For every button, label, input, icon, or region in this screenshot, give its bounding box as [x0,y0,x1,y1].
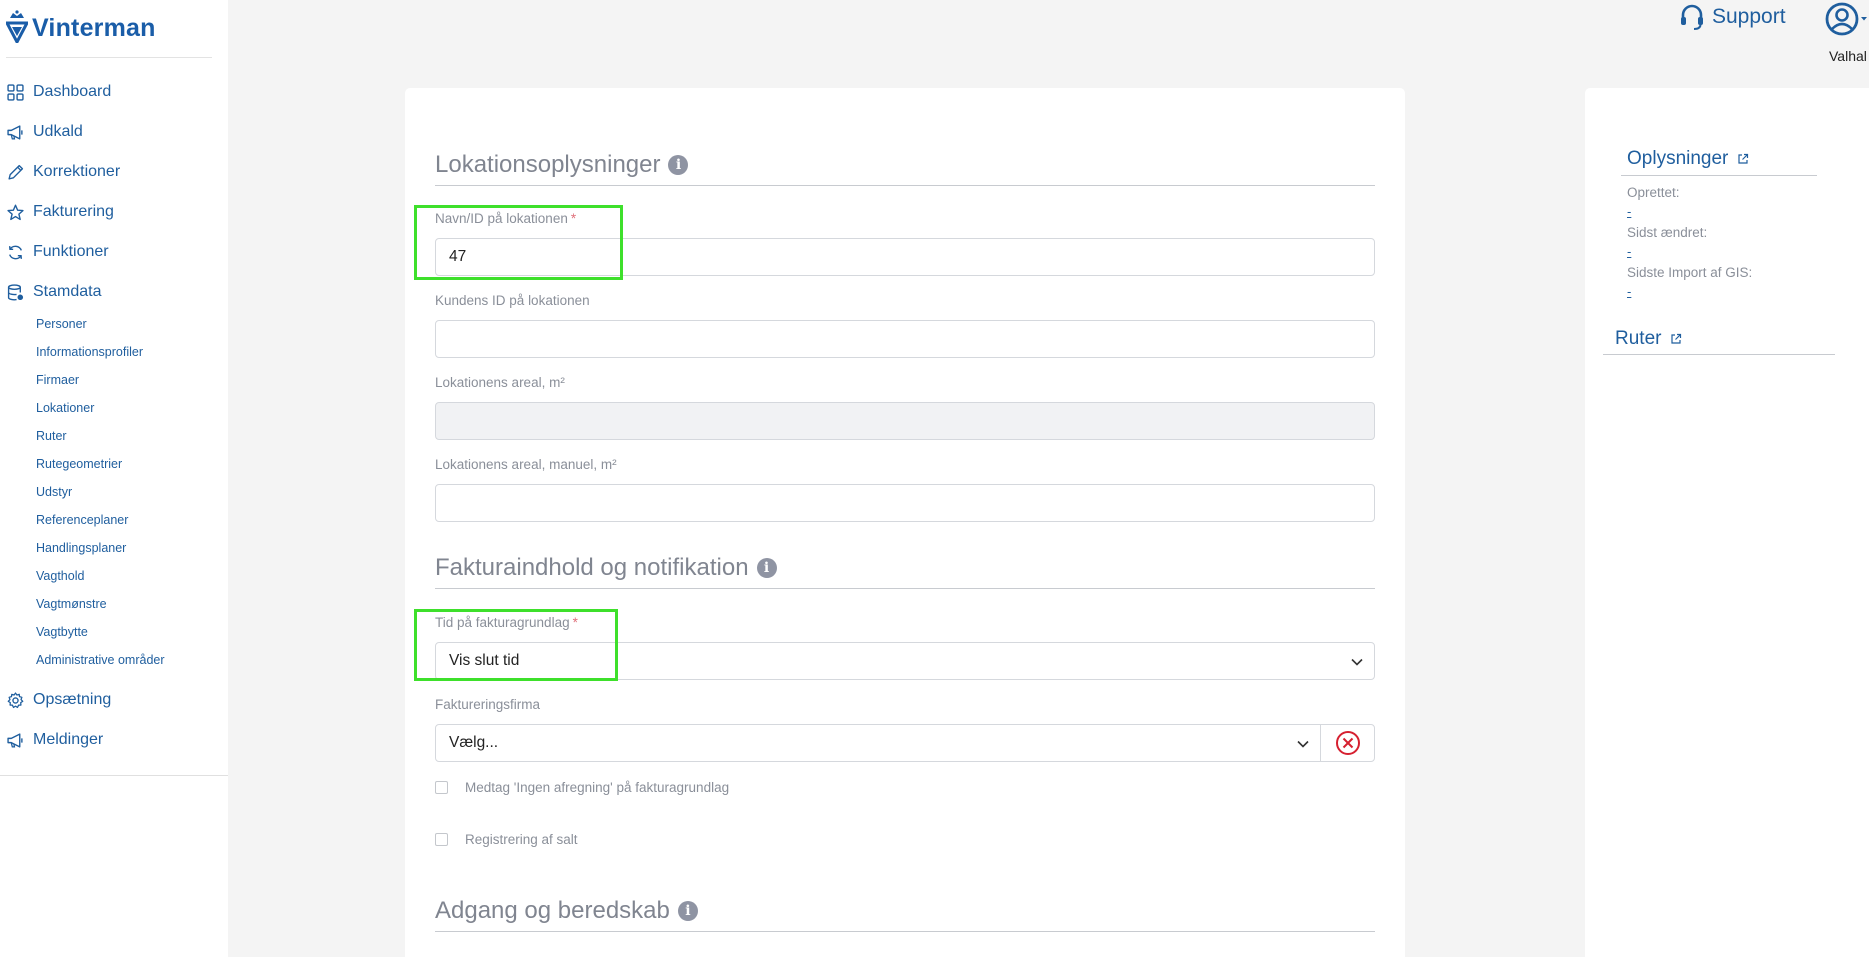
sidebar-subitem-rutegeometrier[interactable]: Rutegeometrier [36,453,122,475]
section-title-text: Adgang og beredskab [435,897,670,924]
chevron-down-icon [1351,658,1363,666]
area-manual-input[interactable] [435,484,1375,522]
sidebar-subitem-informationsprofiler[interactable]: Informationsprofiler [36,341,143,363]
info-icon[interactable]: i [756,558,777,578]
area-manual-label: Lokationens areal, manuel, m² [435,457,617,472]
billing-firm-select[interactable]: Vælg... [435,724,1321,762]
include-no-settlement-label: Medtag 'Ingen afregning' på fakturagrund… [465,780,730,795]
megaphone-icon [7,732,23,748]
refresh-icon [8,245,23,259]
include-no-settlement-checkbox[interactable] [435,781,448,794]
section-title-lokationsoplysninger: Lokationsoplysninger i [435,151,689,179]
sidebar-subitem-ruter[interactable]: Ruter [36,425,67,447]
sidebar-subitem-handlingsplaner[interactable]: Handlingsplaner [36,537,126,559]
pencil-icon [8,164,24,180]
section-title-fakturaindhold: Fakturaindhold og notifikation i [435,554,777,582]
billing-firm-label: Faktureringsfirma [435,697,541,712]
routes-title[interactable]: Ruter [1615,328,1682,350]
sidebar-subitem-udstyr[interactable]: Udstyr [36,481,72,503]
chevron-down-icon [1297,740,1309,748]
sidebar-item-meldinger[interactable]: Meldinger [7,720,103,760]
created-value[interactable]: - [1627,204,1631,219]
highlight-box [414,609,618,681]
highlight-box [414,205,623,280]
section-divider [435,588,1375,589]
section-title-text: Lokationsoplysninger [435,151,661,178]
divider [6,57,212,58]
sidebar-subitem-vagtmonstre[interactable]: Vagtmønstre [36,593,107,615]
created-label: Oprettet: [1627,185,1680,200]
grid-icon [7,83,24,101]
sidebar-item-label: Opsætning [33,691,112,708]
megaphone-icon [7,124,23,140]
salt-registration-label: Registrering af salt [465,832,578,847]
external-link-icon [1738,153,1749,164]
sidebar-item-opsaetning[interactable]: Opsætning [7,680,111,720]
info-panel: Oplysninger Oprettet: - Sidst ændret: - … [1585,88,1869,957]
sidebar-item-label: Korrektioner [33,163,121,180]
salt-registration-checkbox-row[interactable]: Registrering af salt [435,832,578,847]
info-panel-title[interactable]: Oplysninger [1627,148,1749,170]
user-name: Valhal [1829,48,1867,64]
user-avatar-icon [1825,2,1867,36]
logo[interactable]: Vinterman [6,8,156,43]
user-menu[interactable] [1822,0,1869,40]
sidebar-subitem-personer[interactable]: Personer [36,313,87,335]
area-input [435,402,1375,440]
info-icon[interactable]: i [668,155,689,175]
sidebar-item-fakturering[interactable]: Fakturering [7,192,114,232]
sidebar-item-label: Stamdata [33,283,102,300]
sidebar-item-label: Funktioner [33,243,109,260]
customer-id-input[interactable] [435,320,1375,358]
sidebar: Vinterman Dashboard Udkald Korrektioner … [0,0,228,957]
info-panel-divider [1621,175,1817,176]
include-no-settlement-checkbox-row[interactable]: Medtag 'Ingen afregning' på fakturagrund… [435,780,729,795]
sidebar-item-dashboard[interactable]: Dashboard [7,72,111,112]
sidebar-subitem-firmaer[interactable]: Firmaer [36,369,79,391]
gis-import-label: Sidste Import af GIS: [1627,265,1753,280]
clear-billing-firm-button[interactable] [1320,724,1375,762]
section-divider [435,185,1375,186]
section-title-adgang: Adgang og beredskab i [435,897,698,925]
gear-icon [7,691,24,708]
section-title-text: Fakturaindhold og notifikation [435,554,749,581]
external-link-icon [1671,333,1682,344]
billing-firm-value: Vælg... [449,734,499,751]
headset-icon [1681,4,1703,30]
routes-divider [1603,354,1835,355]
info-panel-title-text: Oplysninger [1627,148,1729,169]
close-circle-icon [1335,731,1360,755]
sidebar-subitem-vagthold[interactable]: Vagthold [36,565,84,587]
sidebar-item-stamdata[interactable]: Stamdata [7,272,101,312]
crown-shield-icon [6,9,28,43]
sidebar-subitem-lokationer[interactable]: Lokationer [36,397,94,419]
changed-value[interactable]: - [1627,244,1631,259]
sidebar-item-funktioner[interactable]: Funktioner [7,232,109,272]
support-label: Support [1712,5,1786,28]
sidebar-item-label: Fakturering [33,203,114,220]
gis-import-value[interactable]: - [1627,284,1631,299]
changed-label: Sidst ændret: [1627,225,1708,240]
routes-title-text: Ruter [1615,328,1662,349]
divider [0,775,228,776]
support-link[interactable]: Support [1680,2,1786,32]
sidebar-item-label: Meldinger [33,731,104,748]
sidebar-item-label: Dashboard [33,83,112,100]
database-icon [7,283,24,300]
area-label: Lokationens areal, m² [435,375,565,390]
sidebar-item-udkald[interactable]: Udkald [7,112,83,152]
salt-registration-checkbox[interactable] [435,833,448,846]
sidebar-item-label: Udkald [33,123,83,140]
sidebar-subitem-administrative-omrader[interactable]: Administrative områder [36,649,165,671]
sidebar-subitem-referenceplaner[interactable]: Referenceplaner [36,509,128,531]
sidebar-subitem-vagtbytte[interactable]: Vagtbytte [36,621,88,643]
brand-name: Vinterman [32,14,156,42]
star-icon [7,204,24,220]
sidebar-item-korrektioner[interactable]: Korrektioner [7,152,120,192]
customer-id-label: Kundens ID på lokationen [435,293,590,308]
section-divider [435,931,1375,932]
info-icon[interactable]: i [677,901,698,921]
